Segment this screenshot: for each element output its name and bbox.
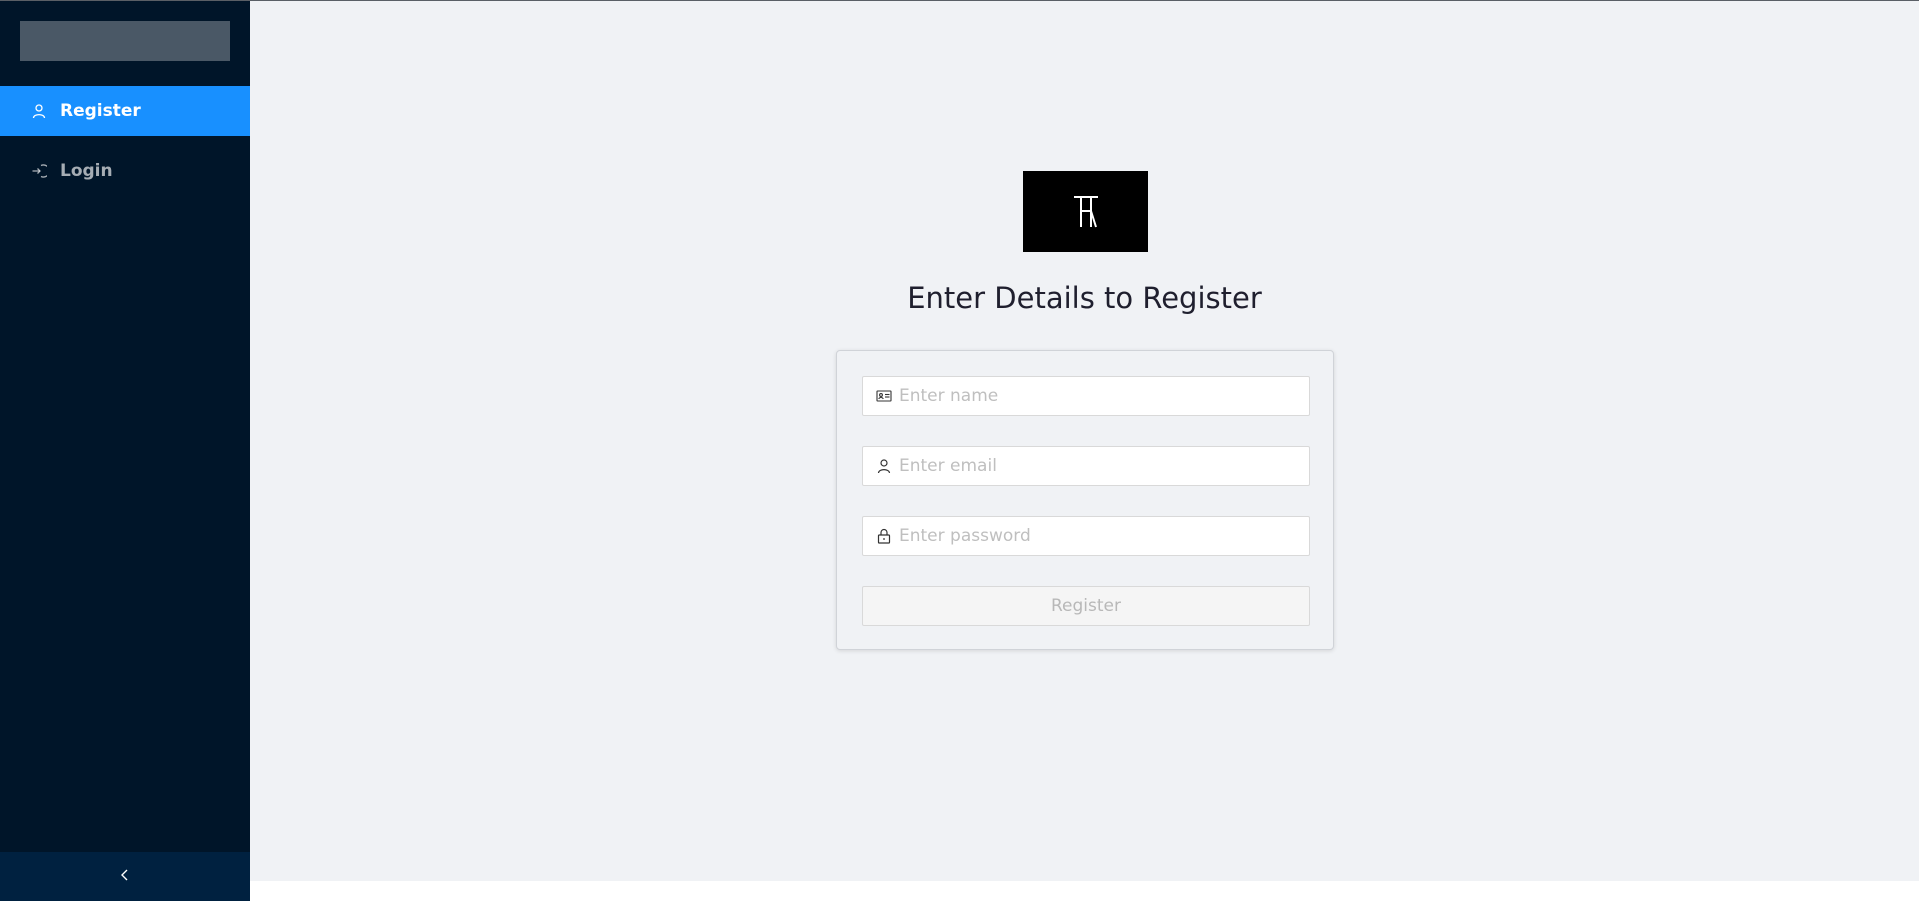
name-field[interactable] bbox=[862, 376, 1310, 416]
password-input[interactable] bbox=[899, 518, 1309, 554]
main-content: Enter Details to Register Enter name Ent… bbox=[250, 1, 1919, 881]
page-title: Enter Details to Register bbox=[907, 281, 1262, 315]
sidebar-item-label: Login bbox=[60, 161, 113, 181]
sidebar-collapse-button[interactable] bbox=[0, 852, 250, 901]
email-input[interactable] bbox=[899, 448, 1309, 484]
user-icon bbox=[875, 457, 893, 475]
register-form: Register bbox=[836, 350, 1334, 650]
register-button[interactable]: Register bbox=[862, 586, 1310, 626]
user-icon bbox=[30, 102, 48, 120]
sidebar-item-login[interactable]: Login bbox=[0, 146, 250, 196]
name-input[interactable] bbox=[899, 378, 1309, 414]
lock-icon bbox=[875, 527, 893, 545]
email-field[interactable] bbox=[862, 446, 1310, 486]
brand-monogram-icon bbox=[1073, 195, 1098, 227]
sidebar: Register Login bbox=[0, 1, 250, 901]
sidebar-item-register[interactable]: Register bbox=[0, 86, 250, 136]
password-field[interactable] bbox=[862, 516, 1310, 556]
sidebar-menu: Register Login bbox=[0, 86, 250, 206]
sidebar-logo-placeholder bbox=[20, 21, 230, 61]
sidebar-item-label: Register bbox=[60, 101, 141, 121]
id-card-icon bbox=[875, 387, 893, 405]
login-icon bbox=[30, 162, 48, 180]
brand-logo bbox=[1023, 171, 1148, 252]
chevron-left-icon bbox=[118, 867, 132, 886]
